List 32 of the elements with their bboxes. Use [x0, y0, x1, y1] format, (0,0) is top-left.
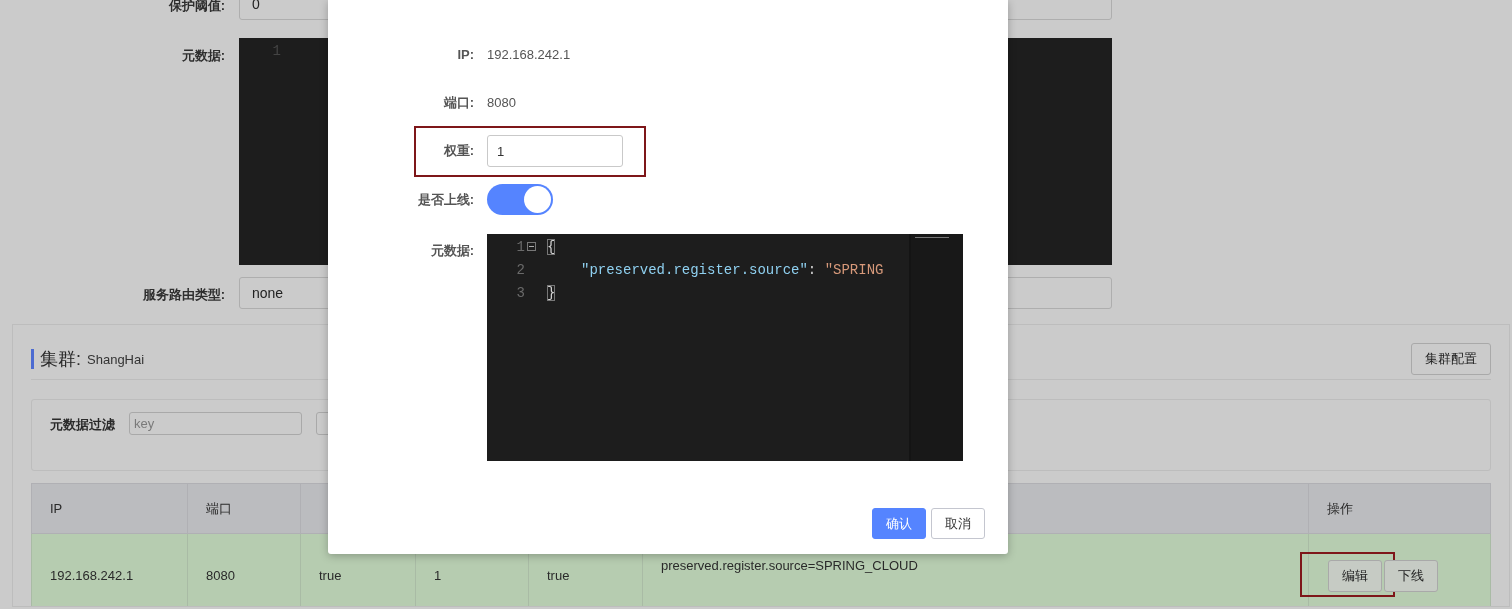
field-label: 服务路由类型:: [142, 286, 225, 304]
field-label: 是否上线:: [416, 190, 474, 209]
table-cell: 8080: [187, 533, 301, 606]
cluster-config-button[interactable]: 集群配置: [1411, 343, 1491, 375]
field-value: 8080: [487, 95, 516, 110]
field-label: 元数据:: [429, 242, 474, 260]
column-header: 操作: [1308, 483, 1491, 534]
column-header: IP: [31, 483, 188, 534]
field-value: 192.168.242.1: [487, 47, 571, 62]
line-number: 2: [516, 261, 525, 280]
field-label: 权重:: [442, 142, 474, 160]
code-line: {: [547, 238, 556, 257]
section-title: 集群:: [31, 349, 81, 369]
line-number: 1: [516, 238, 525, 257]
collapse-icon[interactable]: [527, 242, 536, 251]
filter-input[interactable]: key: [129, 412, 302, 435]
field-label: 端口:: [442, 93, 474, 112]
table-cell: 192.168.242.1: [31, 533, 188, 606]
code-line: "preserved.register.source": "SPRING: [580, 261, 884, 280]
line-number: 3: [516, 284, 525, 303]
weight-input[interactable]: 1: [487, 135, 623, 167]
field-label: 元数据:: [181, 47, 225, 65]
code-line: }: [547, 284, 556, 303]
toggle-switch[interactable]: [487, 184, 553, 215]
cluster-name: ShangHai: [87, 351, 145, 367]
filter-label: 元数据过滤: [50, 416, 115, 434]
cancel-button[interactable]: 取消: [931, 508, 985, 539]
column-header: 端口: [187, 483, 301, 534]
code-editor[interactable]: 1 2 3 { "preserved.register.source": "SPRING }: [487, 234, 963, 461]
action-button[interactable]: 下线: [1384, 559, 1438, 592]
field-label: IP:: [456, 47, 474, 62]
action-button[interactable]: 编辑: [1328, 559, 1382, 592]
